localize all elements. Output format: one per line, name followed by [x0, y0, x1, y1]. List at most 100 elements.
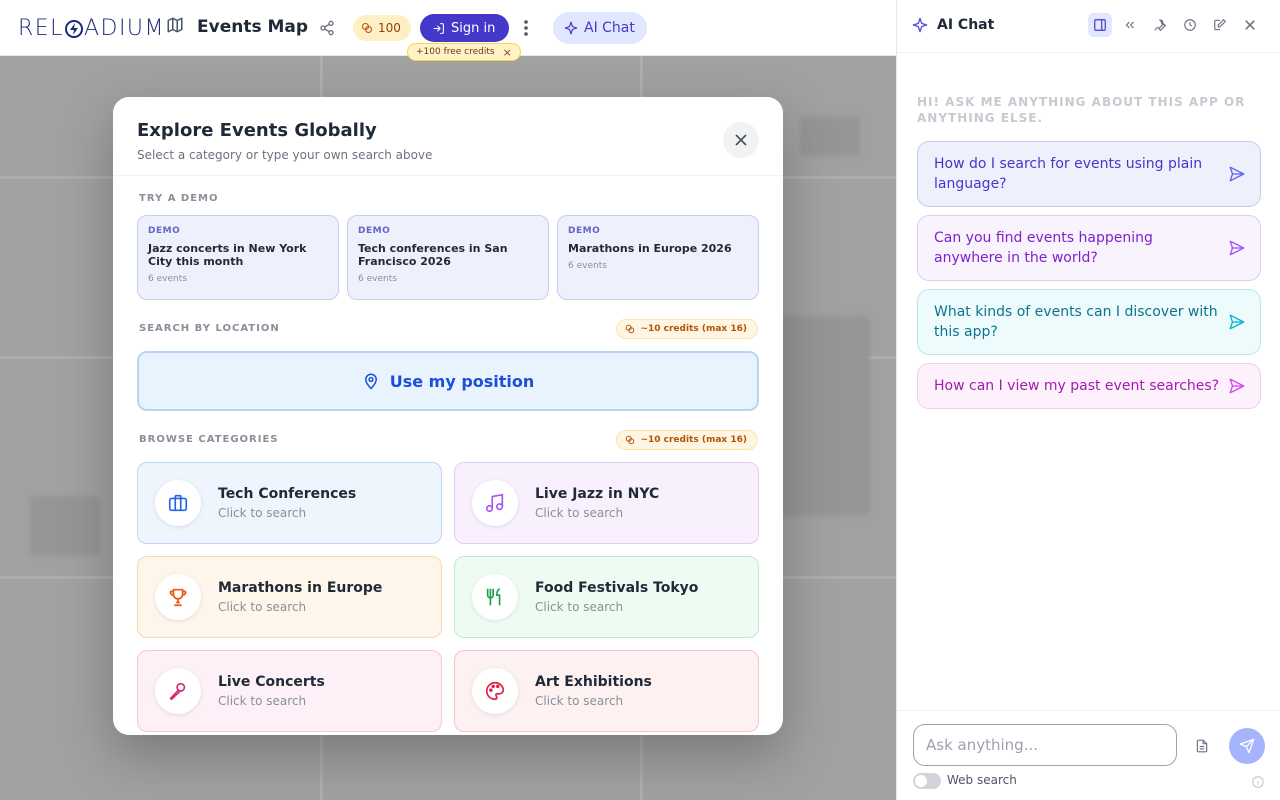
- music-icon: [472, 480, 518, 526]
- category-name: Food Festivals Tokyo: [535, 580, 699, 596]
- modal-subtitle: Select a category or type your own searc…: [137, 148, 433, 162]
- ai-chat-label: AI Chat: [584, 20, 635, 36]
- demo-card[interactable]: DEMO Jazz concerts in New York City this…: [137, 215, 339, 300]
- ai-chat-button[interactable]: AI Chat: [553, 12, 647, 44]
- chat-header: AI Chat: [897, 0, 1280, 53]
- category-hint: Click to search: [218, 600, 307, 614]
- demo-name: Tech conferences in San Francisco 2026: [358, 242, 508, 268]
- suggestion-text: How can I view my past event searches?: [934, 378, 1220, 394]
- category-name: Tech Conferences: [218, 486, 357, 502]
- new-chat-icon[interactable]: [1208, 13, 1232, 37]
- web-search-toggle[interactable]: [913, 773, 941, 789]
- send-icon: [1228, 239, 1246, 263]
- coin-icon: [626, 324, 635, 334]
- utensils-icon: [472, 574, 518, 620]
- category-name: Art Exhibitions: [535, 674, 652, 690]
- categories-section-label: BROWSE CATEGORIES: [139, 434, 279, 445]
- send-button[interactable]: [1229, 728, 1265, 764]
- credit-badge-text: ~10 credits (max 16): [640, 435, 747, 445]
- palette-icon: [472, 668, 518, 714]
- coin-icon: [362, 23, 372, 33]
- more-options-icon[interactable]: [523, 19, 529, 41]
- categories-credit-badge: ~10 credits (max 16): [616, 430, 758, 450]
- category-name: Marathons in Europe: [218, 580, 383, 596]
- demo-name: Marathons in Europe 2026: [568, 242, 732, 255]
- demo-tag: DEMO: [358, 226, 391, 236]
- suggestion-chip[interactable]: How can I view my past event searches?: [917, 363, 1261, 409]
- demo-count: 6 events: [568, 261, 607, 271]
- suggestion-chip[interactable]: How do I search for events using plain l…: [917, 141, 1261, 207]
- send-icon: [1228, 377, 1246, 401]
- category-card-live-jazz[interactable]: Live Jazz in NYC Click to search: [454, 462, 759, 544]
- demo-card[interactable]: DEMO Marathons in Europe 2026 6 events: [557, 215, 759, 300]
- location-section-label: SEARCH BY LOCATION: [139, 323, 280, 334]
- category-card-tech-conferences[interactable]: Tech Conferences Click to search: [137, 462, 442, 544]
- sparkle-icon: [564, 21, 578, 35]
- location-credit-badge: ~10 credits (max 16): [616, 319, 758, 339]
- logo-text-end: ADIUM: [83, 16, 166, 41]
- close-icon: [735, 134, 747, 146]
- category-card-live-concerts[interactable]: Live Concerts Click to search: [137, 650, 442, 732]
- category-name: Live Concerts: [218, 674, 325, 690]
- app-title: Events Map: [197, 17, 309, 37]
- promo-text: +100 free credits: [416, 47, 495, 57]
- chat-intro-text: Hi! Ask me anything about this app or an…: [917, 95, 1246, 125]
- microphone-icon: [155, 668, 201, 714]
- sparkle-icon: [912, 17, 928, 37]
- demo-tag: DEMO: [148, 226, 181, 236]
- use-my-position-label: Use my position: [389, 371, 535, 391]
- category-card-art-exhibitions[interactable]: Art Exhibitions Click to search: [454, 650, 759, 732]
- category-name: Live Jazz in NYC: [535, 486, 660, 502]
- credits-badge[interactable]: 100: [353, 15, 411, 41]
- collapse-icon[interactable]: [1118, 13, 1142, 37]
- promo-close-icon[interactable]: ×: [503, 46, 512, 59]
- demo-card[interactable]: DEMO Tech conferences in San Francisco 2…: [347, 215, 549, 300]
- suggestion-text: How do I search for events using plain l…: [934, 156, 1203, 192]
- category-card-food-festivals[interactable]: Food Festivals Tokyo Click to search: [454, 556, 759, 638]
- suggestion-text: What kinds of events can I discover with…: [934, 304, 1218, 340]
- explore-modal: Explore Events Globally Select a categor…: [113, 97, 783, 735]
- credit-badge-text: ~10 credits (max 16): [640, 324, 747, 334]
- document-icon[interactable]: [1195, 738, 1209, 758]
- suggestion-chip[interactable]: What kinds of events can I discover with…: [917, 289, 1261, 355]
- chat-composer: Web search: [897, 710, 1280, 800]
- chat-input[interactable]: [913, 724, 1177, 766]
- demo-name: Jazz concerts in New York City this mont…: [148, 242, 307, 268]
- info-icon[interactable]: [1251, 774, 1265, 793]
- sign-in-button[interactable]: Sign in: [420, 14, 510, 42]
- modal-header: Explore Events Globally Select a categor…: [113, 97, 783, 176]
- logo-text-start: REL: [18, 16, 64, 41]
- briefcase-icon: [155, 480, 201, 526]
- web-search-label: Web search: [947, 773, 1017, 787]
- credits-count: 100: [378, 21, 401, 35]
- send-icon: [1228, 313, 1246, 337]
- share-icon[interactable]: [319, 20, 335, 40]
- suggestion-text: Can you find events happening anywhere i…: [934, 230, 1153, 266]
- chat-toolbar: [1088, 13, 1262, 37]
- modal-close-button[interactable]: [723, 122, 759, 158]
- demo-count: 6 events: [148, 274, 187, 284]
- category-card-marathons[interactable]: Marathons in Europe Click to search: [137, 556, 442, 638]
- sidebar-panel-icon[interactable]: [1088, 13, 1112, 37]
- history-icon[interactable]: [1178, 13, 1202, 37]
- close-icon[interactable]: [1238, 13, 1262, 37]
- map-pin-icon: [364, 373, 377, 390]
- suggestion-chip[interactable]: Can you find events happening anywhere i…: [917, 215, 1261, 281]
- coin-icon: [626, 435, 635, 445]
- sign-in-label: Sign in: [451, 20, 496, 36]
- logo[interactable]: REL ADIUM: [18, 16, 165, 41]
- ai-chat-panel: AI Chat Hi! Ask me anything about this a…: [896, 0, 1280, 800]
- chat-title: AI Chat: [937, 17, 995, 33]
- category-hint: Click to search: [218, 506, 307, 520]
- category-hint: Click to search: [218, 694, 307, 708]
- category-hint: Click to search: [535, 600, 624, 614]
- wrench-icon[interactable]: [1148, 13, 1172, 37]
- send-icon: [1228, 165, 1246, 189]
- category-hint: Click to search: [535, 506, 624, 520]
- demo-tag: DEMO: [568, 226, 601, 236]
- send-icon: [1239, 738, 1255, 754]
- map-icon: [166, 16, 184, 38]
- category-hint: Click to search: [535, 694, 624, 708]
- free-credits-promo: +100 free credits ×: [407, 43, 521, 61]
- use-my-position-button[interactable]: Use my position: [137, 351, 759, 411]
